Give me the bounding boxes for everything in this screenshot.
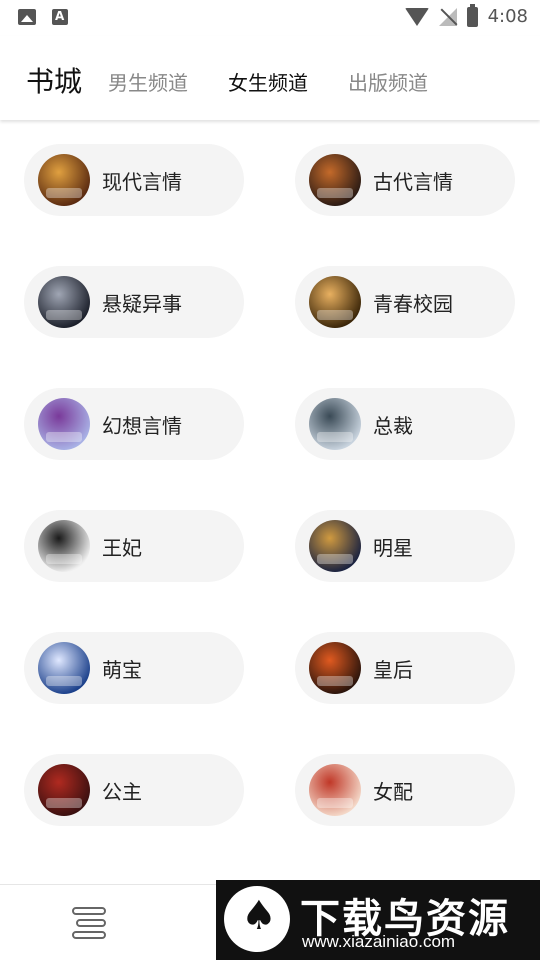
book-cover-thumbnail [309,154,361,206]
category-pill[interactable]: 公主 [24,754,244,826]
app-notification-icon [52,9,68,25]
category-label: 悬疑异事 [102,291,182,316]
no-signal-icon [438,7,457,26]
book-cover-thumbnail [309,276,361,328]
gallery-notification-icon [18,9,36,25]
category-label: 女配 [373,779,413,804]
status-bar: 4:08 [0,0,540,36]
bird-logo-icon [224,886,290,952]
category-label: 王妃 [102,535,142,560]
book-cover-thumbnail [38,154,90,206]
watermark-banner: 下载鸟资源 www.xiazainiao.com [216,880,540,960]
book-cover-thumbnail [309,520,361,572]
category-pill[interactable]: 幻想言情 [24,388,244,460]
category-pill[interactable]: 总裁 [295,388,515,460]
book-cover-thumbnail [38,642,90,694]
category-pill[interactable]: 王妃 [24,510,244,582]
book-cover-thumbnail [38,764,90,816]
category-label: 古代言情 [373,169,453,194]
category-label: 幻想言情 [102,413,182,438]
tab-publishing-channel[interactable]: 出版频道 [348,67,428,96]
page-title: 书城 [26,65,83,98]
book-cover-thumbnail [309,398,361,450]
category-pill[interactable]: 青春校园 [295,266,515,338]
tab-female-channel[interactable]: 女生频道 [228,67,308,96]
category-label: 青春校园 [373,291,453,316]
bookshelf-icon[interactable] [72,907,106,939]
book-cover-thumbnail [309,764,361,816]
category-label: 现代言情 [102,169,182,194]
category-pill[interactable]: 明星 [295,510,515,582]
category-pill[interactable]: 女配 [295,754,515,826]
category-pill[interactable]: 萌宝 [24,632,244,704]
battery-charging-icon [466,3,478,27]
category-label: 萌宝 [102,657,142,682]
watermark-url: www.xiazainiao.com [302,932,456,951]
book-cover-thumbnail [38,520,90,572]
status-time: 4:08 [487,6,528,27]
category-pill[interactable]: 皇后 [295,632,515,704]
category-pill[interactable]: 悬疑异事 [24,266,244,338]
book-cover-thumbnail [38,398,90,450]
top-header: 书城 男生频道 女生频道 出版频道 [0,36,540,120]
tab-male-channel[interactable]: 男生频道 [108,67,188,96]
category-pill[interactable]: 古代言情 [295,144,515,216]
book-cover-thumbnail [38,276,90,328]
category-pill[interactable]: 现代言情 [24,144,244,216]
category-label: 皇后 [373,657,413,682]
wifi-icon [404,7,429,26]
book-cover-thumbnail [309,642,361,694]
category-label: 明星 [373,535,413,560]
category-label: 公主 [102,779,142,804]
category-label: 总裁 [373,413,413,438]
